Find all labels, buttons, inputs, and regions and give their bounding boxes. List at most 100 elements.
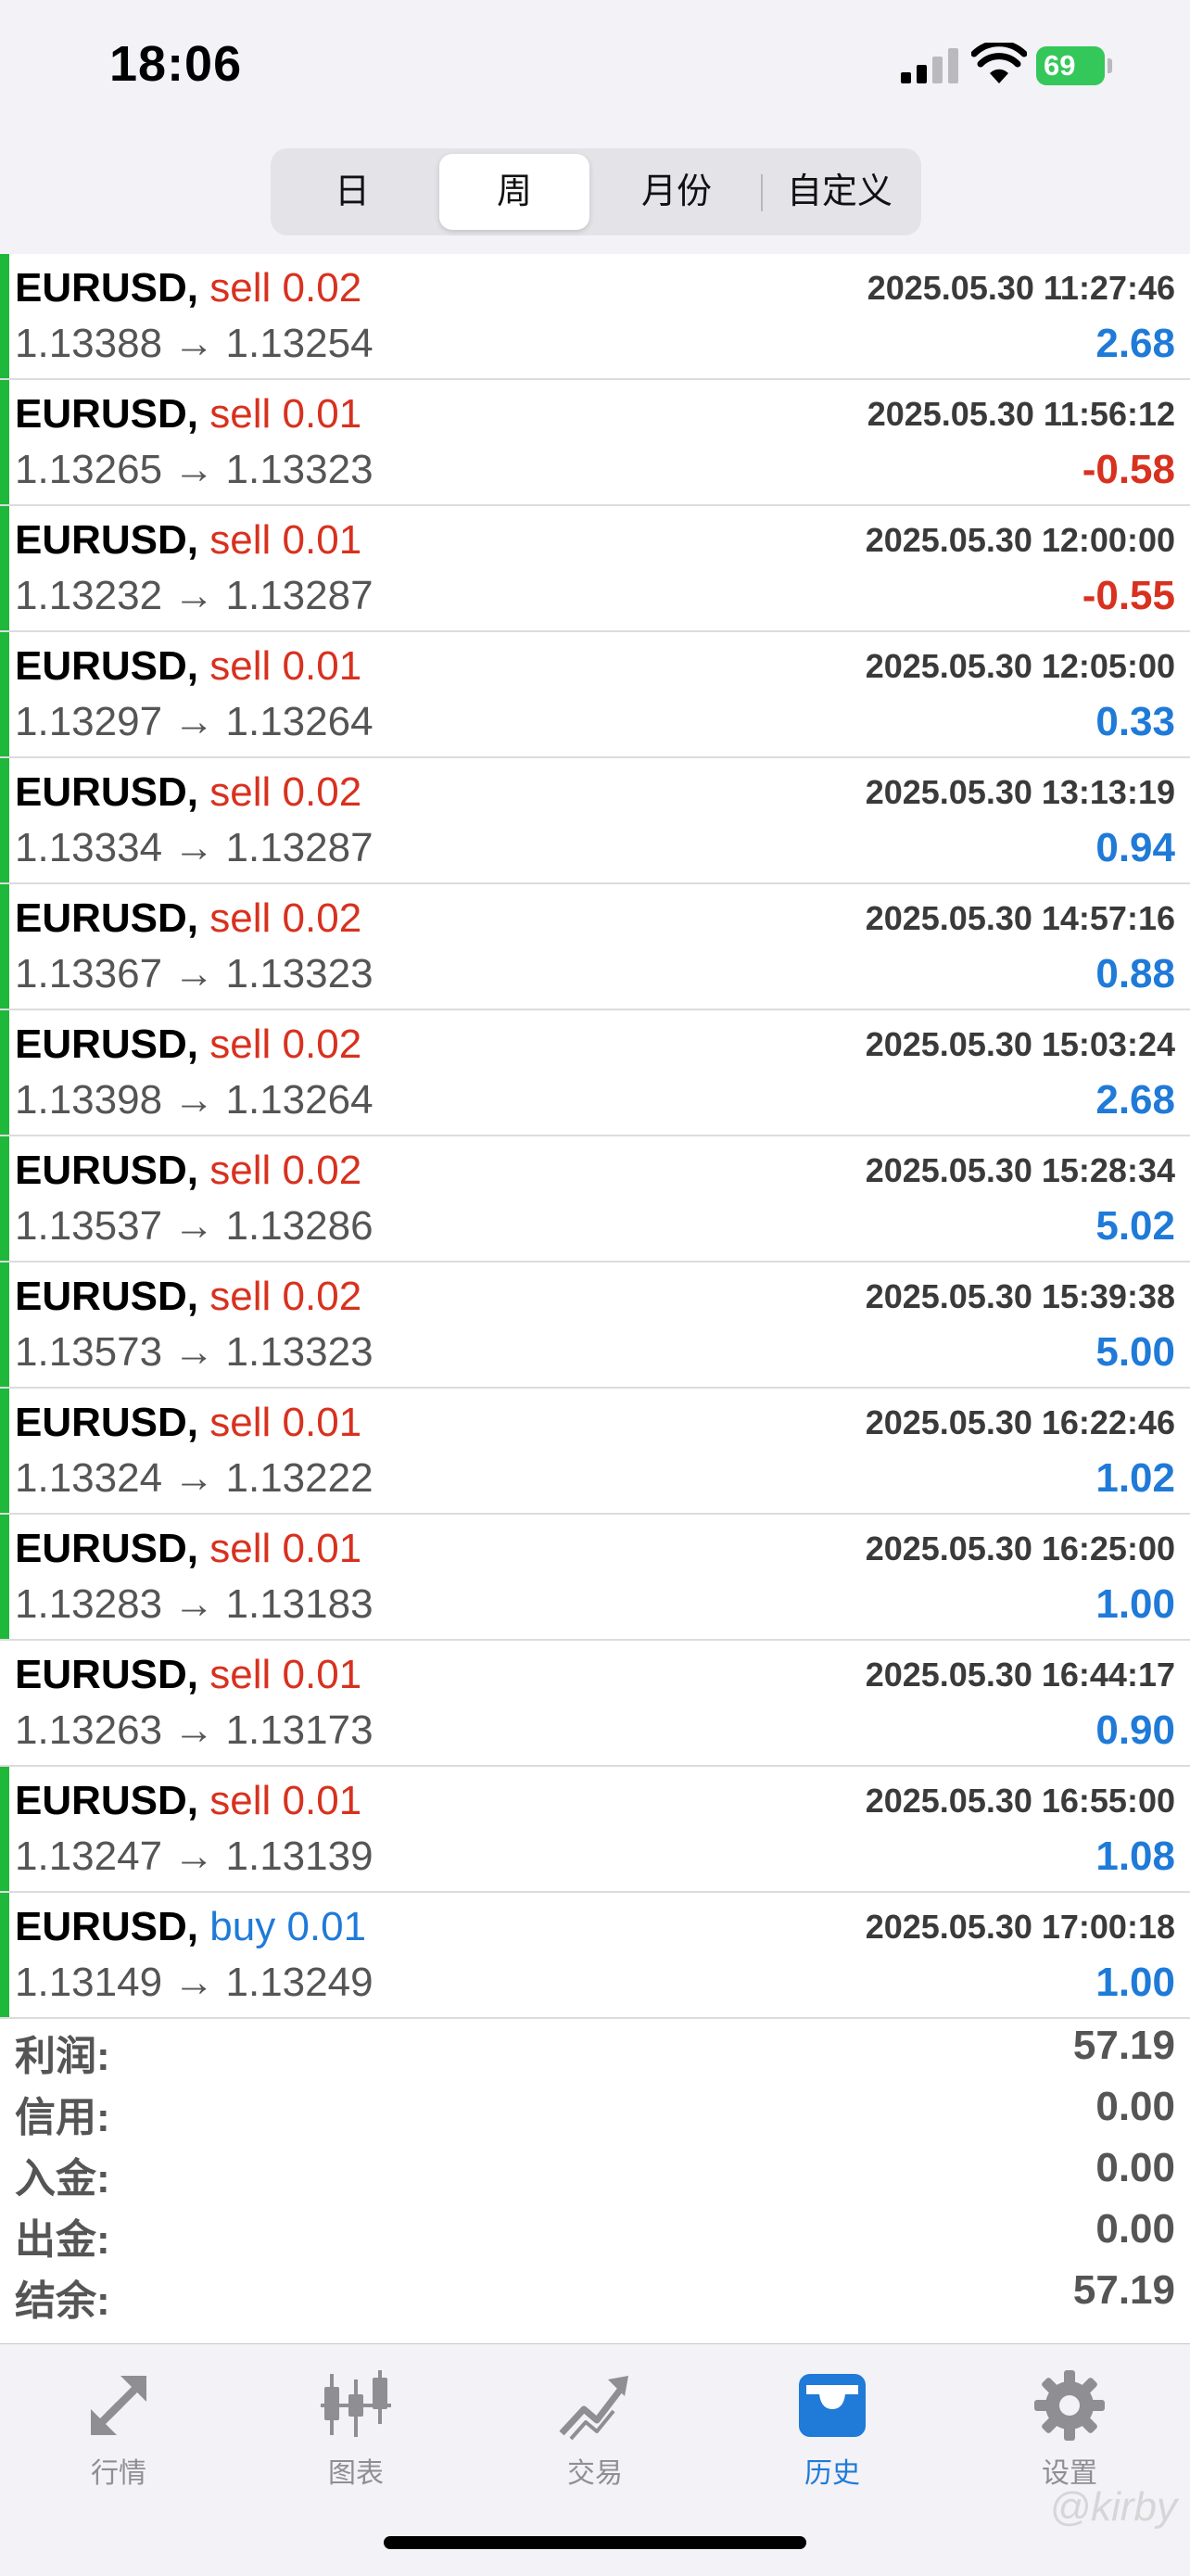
deal-symbol-text: EURUSD,: [15, 1904, 199, 1949]
deal-symbol: EURUSD, sell 0.01: [15, 517, 361, 564]
summary-value: 57.19: [1072, 2267, 1175, 2313]
deal-profit: 1.02: [1095, 1455, 1175, 1501]
period-tab-day[interactable]: 日: [276, 154, 428, 230]
deal-side: sell: [209, 265, 272, 311]
deal-profit: 1.08: [1095, 1834, 1175, 1879]
deal-profit: 1.00: [1095, 1960, 1175, 2005]
deal-profit: 2.68: [1095, 1077, 1175, 1123]
deal-symbol-text: EURUSD,: [15, 517, 199, 563]
account-summary: 利润: 57.19 信用: 0.00 入金: 0.00 出金: 0.00 结余: 57.19: [0, 2013, 1190, 2343]
deal-history-list: EURUSD, sell 0.02 2025.05.30 11:27:46 1.13…: [0, 254, 1190, 2019]
deal-prices: 1.13283 → 1.13183: [15, 1581, 373, 1627]
deal-datetime: 2025.05.30 16:44:17: [865, 1656, 1175, 1694]
deal-symbol-text: EURUSD,: [15, 391, 199, 437]
deal-row[interactable]: EURUSD, sell 0.02 2025.05.30 13:13:19 1.13…: [0, 758, 1190, 884]
deal-profit: 0.90: [1095, 1707, 1175, 1753]
deal-side: sell: [209, 1400, 272, 1445]
deal-profit: 5.02: [1095, 1203, 1175, 1249]
deal-row[interactable]: EURUSD, sell 0.02 2025.05.30 15:28:34 1.13…: [0, 1136, 1190, 1263]
deal-side: buy: [209, 1904, 276, 1949]
deal-volume: 0.02: [282, 1148, 362, 1193]
summary-label: 信用:: [15, 2095, 110, 2140]
gear-icon: [1034, 2370, 1105, 2441]
tab-charts[interactable]: 图表: [282, 2367, 430, 2496]
status-bar: 18:06 69: [0, 0, 1190, 139]
deal-datetime: 2025.05.30 14:57:16: [865, 899, 1175, 937]
deal-row[interactable]: EURUSD, sell 0.01 2025.05.30 12:00:00 1.13…: [0, 506, 1190, 632]
deal-side: sell: [209, 769, 272, 815]
deal-datetime: 2025.05.30 12:00:00: [865, 521, 1175, 559]
deal-symbol: EURUSD, buy 0.01: [15, 1904, 366, 1950]
tab-history[interactable]: 历史: [758, 2367, 906, 2496]
tab-label: 行情: [91, 2458, 146, 2489]
deal-prices: 1.13537 → 1.13286: [15, 1203, 373, 1249]
deal-side: sell: [209, 391, 272, 437]
deal-symbol-text: EURUSD,: [15, 1652, 199, 1697]
deal-symbol: EURUSD, sell 0.02: [15, 1274, 361, 1320]
deal-prices: 1.13149 → 1.13249: [15, 1960, 373, 2005]
deal-row[interactable]: EURUSD, sell 0.01 2025.05.30 11:56:12 1.13…: [0, 380, 1190, 506]
deal-symbol: EURUSD, sell 0.01: [15, 1526, 361, 1572]
cellular-signal-icon: [901, 48, 958, 83]
deal-row[interactable]: EURUSD, sell 0.01 2025.05.30 16:55:00 1.13…: [0, 1767, 1190, 1893]
deal-side: sell: [209, 1652, 272, 1697]
deal-volume: 0.01: [282, 643, 362, 689]
deal-datetime: 2025.05.30 15:39:38: [865, 1277, 1175, 1315]
deal-row[interactable]: EURUSD, sell 0.01 2025.05.30 16:44:17 1.13…: [0, 1641, 1190, 1767]
summary-row: 信用: 0.00: [0, 2075, 1190, 2140]
summary-label: 入金:: [15, 2156, 110, 2202]
deal-prices: 1.13247 → 1.13139: [15, 1834, 373, 1879]
deal-symbol-text: EURUSD,: [15, 1022, 199, 1067]
deal-prices: 1.13388 → 1.13254: [15, 321, 373, 366]
deal-volume: 0.02: [282, 895, 362, 941]
quotes-arrows-icon: [91, 2376, 146, 2435]
deal-datetime: 2025.05.30 15:28:34: [865, 1151, 1175, 1189]
deal-row[interactable]: EURUSD, sell 0.02 2025.05.30 15:39:38 1.13…: [0, 1263, 1190, 1389]
battery-charging-icon: 69: [1036, 46, 1116, 85]
tab-trade[interactable]: 交易: [521, 2367, 669, 2496]
period-segmented-control: 日 周 月份 自定义: [271, 148, 921, 235]
period-tab-month[interactable]: 月份: [601, 154, 753, 230]
deal-symbol-text: EURUSD,: [15, 1148, 199, 1193]
deal-symbol: EURUSD, sell 0.01: [15, 1400, 361, 1446]
deal-symbol-text: EURUSD,: [15, 1400, 199, 1445]
period-tab-week[interactable]: 周: [439, 154, 589, 230]
deal-row[interactable]: EURUSD, sell 0.01 2025.05.30 12:05:00 1.13…: [0, 632, 1190, 758]
deal-volume: 0.02: [282, 769, 362, 815]
deal-datetime: 2025.05.30 15:03:24: [865, 1025, 1175, 1063]
summary-value: 0.00: [1095, 2206, 1175, 2252]
deal-row[interactable]: EURUSD, sell 0.02 2025.05.30 15:03:24 1.13…: [0, 1010, 1190, 1136]
summary-value: 57.19: [1072, 2023, 1175, 2068]
deal-volume: 0.02: [282, 265, 362, 311]
deal-row[interactable]: EURUSD, buy 0.01 2025.05.30 17:00:18 1.131…: [0, 1893, 1190, 2019]
deal-row[interactable]: EURUSD, sell 0.02 2025.05.30 11:27:46 1.13…: [0, 254, 1190, 380]
deal-row[interactable]: EURUSD, sell 0.02 2025.05.30 14:57:16 1.13…: [0, 884, 1190, 1010]
deal-prices: 1.13334 → 1.13287: [15, 825, 373, 870]
deal-datetime: 2025.05.30 16:25:00: [865, 1529, 1175, 1567]
deal-volume: 0.02: [282, 1274, 362, 1319]
tab-settings[interactable]: 设置: [995, 2367, 1144, 2496]
tab-quotes[interactable]: 行情: [44, 2367, 193, 2496]
deal-profit: 5.00: [1095, 1329, 1175, 1375]
summary-value: 0.00: [1095, 2145, 1175, 2190]
deal-volume: 0.02: [282, 1022, 362, 1067]
home-indicator[interactable]: [384, 2536, 806, 2549]
deal-side: sell: [209, 1148, 272, 1193]
segment-divider: [761, 174, 763, 211]
deal-profit: -0.55: [1082, 573, 1175, 618]
deal-row[interactable]: EURUSD, sell 0.01 2025.05.30 16:25:00 1.13…: [0, 1515, 1190, 1641]
deal-row[interactable]: EURUSD, sell 0.01 2025.05.30 16:22:46 1.13…: [0, 1389, 1190, 1515]
summary-label: 利润:: [15, 2034, 110, 2079]
deal-prices: 1.13232 → 1.13287: [15, 573, 373, 618]
period-tab-custom[interactable]: 自定义: [764, 154, 916, 230]
deal-symbol: EURUSD, sell 0.01: [15, 1652, 361, 1698]
summary-row: 利润: 57.19: [0, 2013, 1190, 2079]
deal-side: sell: [209, 895, 272, 941]
deal-symbol-text: EURUSD,: [15, 1274, 199, 1319]
tab-label: 图表: [328, 2458, 384, 2489]
deal-datetime: 2025.05.30 11:56:12: [867, 395, 1175, 433]
candlestick-chart-icon: [321, 2370, 391, 2437]
summary-row: 出金: 0.00: [0, 2197, 1190, 2263]
watermark: @kirby: [1049, 2484, 1177, 2530]
trade-trend-icon: [559, 2376, 628, 2441]
